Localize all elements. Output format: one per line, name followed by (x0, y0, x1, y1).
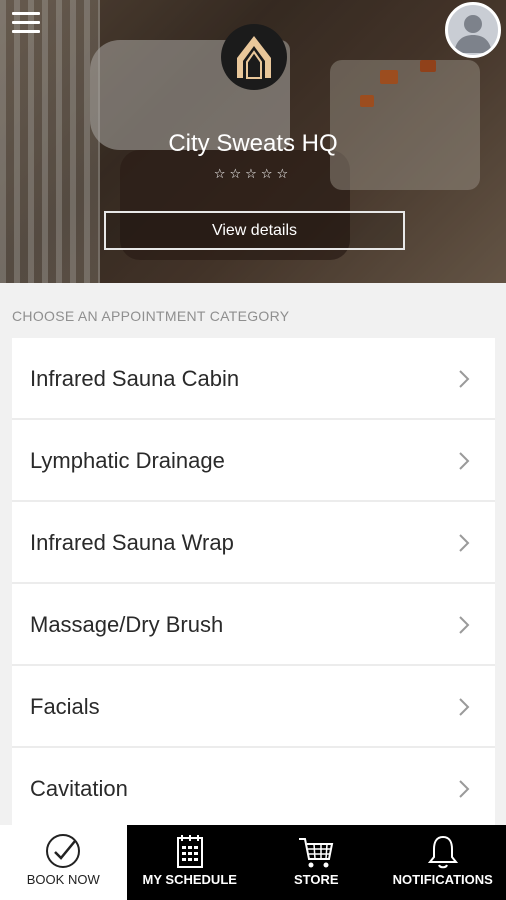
category-item-cavitation[interactable]: Cavitation (12, 748, 495, 830)
bottom-tab-bar: BOOK NOW MY SCHEDULE STORE NOTIFICATIONS (0, 825, 506, 900)
category-item-facials[interactable]: Facials (12, 666, 495, 748)
calendar-icon (176, 835, 203, 868)
category-item-massage-dry-brush[interactable]: Massage/Dry Brush (12, 584, 495, 666)
category-label: Infrared Sauna Cabin (30, 366, 240, 391)
tab-label: STORE (293, 872, 339, 887)
category-item-lymphatic-drainage[interactable]: Lymphatic Drainage (12, 420, 495, 502)
tab-store[interactable]: STORE (253, 825, 380, 900)
tab-label: BOOK NOW (26, 872, 100, 887)
section-label: CHOOSE AN APPOINTMENT CATEGORY (12, 308, 290, 324)
check-circle-icon (46, 834, 81, 868)
business-logo (221, 24, 287, 90)
chevron-right-icon (459, 616, 470, 634)
hamburger-menu-icon[interactable] (12, 12, 40, 40)
tab-my-schedule[interactable]: MY SCHEDULE (127, 825, 254, 900)
bell-icon (427, 835, 458, 869)
cart-icon (299, 838, 334, 868)
chevron-right-icon (459, 698, 470, 716)
rating-stars: ☆☆☆☆☆ (213, 166, 293, 181)
tab-label: MY SCHEDULE (142, 872, 237, 887)
category-label: Facials (30, 694, 100, 719)
tab-book-now[interactable]: BOOK NOW (0, 825, 127, 900)
chevron-right-icon (459, 370, 470, 388)
category-list: Infrared Sauna Cabin Lymphatic Drainage … (12, 338, 495, 830)
chevron-right-icon (459, 534, 470, 552)
chevron-right-icon (459, 452, 470, 470)
user-silhouette-icon (454, 15, 492, 53)
avatar[interactable] (445, 2, 501, 58)
tab-label: NOTIFICATIONS (392, 872, 493, 887)
category-label: Cavitation (30, 776, 128, 801)
category-label: Lymphatic Drainage (30, 448, 225, 473)
category-label: Massage/Dry Brush (30, 612, 224, 637)
chevron-right-icon (459, 780, 470, 798)
view-details-button[interactable]: View details (104, 211, 405, 250)
location-title: City Sweats HQ (168, 130, 338, 157)
category-item-infrared-sauna-cabin[interactable]: Infrared Sauna Cabin (12, 338, 495, 420)
category-item-infrared-sauna-wrap[interactable]: Infrared Sauna Wrap (12, 502, 495, 584)
category-label: Infrared Sauna Wrap (30, 530, 234, 555)
hero-banner: City Sweats HQ ☆☆☆☆☆ View details (0, 0, 506, 283)
tab-notifications[interactable]: NOTIFICATIONS (380, 825, 506, 900)
